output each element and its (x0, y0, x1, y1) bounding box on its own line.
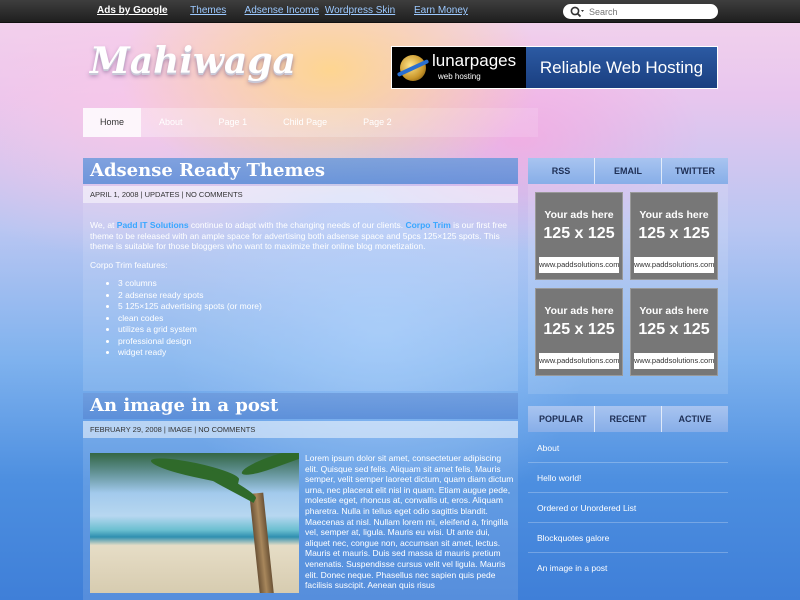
list-item: clean codes (118, 313, 511, 324)
top-link-themes[interactable]: Themes (190, 5, 226, 16)
top-link-wordpress-skin[interactable]: Wordpress Skin (325, 5, 395, 16)
post-text: Lorem ipsum dolor sit amet, consectetuer… (305, 453, 514, 591)
tab-twitter[interactable]: TWITTER (662, 158, 728, 184)
banner-brand: lunarpages (432, 51, 517, 70)
list-item[interactable]: Blockquotes galore (528, 523, 728, 553)
tab-email[interactable]: EMAIL (595, 158, 662, 184)
tab-popular[interactable]: POPULAR (528, 406, 595, 432)
corpo-trim-link[interactable]: Corpo Trim (405, 220, 450, 230)
list-item[interactable]: Ordered or Unordered List (528, 493, 728, 523)
popular-list: About Hello world! Ordered or Unordered … (528, 433, 728, 583)
banner-text: Reliable Web Hosting (526, 47, 717, 88)
top-link-earn-money[interactable]: Earn Money (414, 5, 468, 16)
search-input[interactable] (589, 5, 709, 18)
ad-grid: Your ads here 125 x 125 www.paddsolution… (528, 184, 728, 394)
list-item[interactable]: An image in a post (528, 553, 728, 583)
top-link-adsense-income[interactable]: Adsense Income (245, 5, 320, 16)
nav-child-page[interactable]: Child Page (265, 108, 345, 137)
features-list: 3 columns 2 adsense ready spots 5 125×12… (118, 278, 511, 358)
banner-brand-sub: web hosting (438, 72, 481, 81)
ad-slot[interactable]: Your ads here 125 x 125 www.paddsolution… (535, 288, 623, 376)
tab-rss[interactable]: RSS (528, 158, 595, 184)
search-box[interactable] (563, 4, 718, 19)
planet-icon (400, 55, 426, 81)
beach-palm-photo (90, 453, 299, 593)
ad-slot[interactable]: Your ads here 125 x 125 www.paddsolution… (630, 192, 718, 280)
list-item: 2 adsense ready spots (118, 290, 511, 301)
tab-active[interactable]: ACTIVE (662, 406, 728, 432)
site-logo[interactable]: Mahiwaga (90, 40, 296, 82)
social-tabs: RSS EMAIL TWITTER (528, 158, 728, 184)
post-meta: April 1, 2008 | Updates | No Comments (83, 186, 518, 203)
list-item: widget ready (118, 347, 511, 358)
list-item: 5 125×125 advertising spots (or more) (118, 301, 511, 312)
top-links: Ads by Google Themes Adsense Income Word… (97, 5, 484, 16)
list-tabs: POPULAR RECENT ACTIVE (528, 406, 728, 432)
ad-slot[interactable]: Your ads here 125 x 125 www.paddsolution… (535, 192, 623, 280)
nav-about[interactable]: About (141, 108, 201, 137)
post-meta: February 29, 2008 | Image | No Comments (83, 421, 518, 438)
nav-page-1[interactable]: Page 1 (201, 108, 266, 137)
tab-recent[interactable]: RECENT (595, 406, 662, 432)
nav-page-2[interactable]: Page 2 (345, 108, 410, 137)
padd-link[interactable]: Padd IT Solutions (117, 220, 189, 230)
top-bar: Ads by Google Themes Adsense Income Word… (0, 0, 800, 23)
lunarpages-logo: lunarpages web hosting (392, 47, 526, 88)
post-intro: We, at Padd IT Solutions continue to ada… (90, 220, 508, 251)
main-nav: Home About Page 1 Child Page Page 2 (83, 108, 538, 137)
list-item: 3 columns (118, 278, 511, 289)
list-item: utilizes a grid system (118, 324, 511, 335)
ad-slot[interactable]: Your ads here 125 x 125 www.paddsolution… (630, 288, 718, 376)
list-item[interactable]: Hello world! (528, 463, 728, 493)
features-label: Corpo Trim features: (90, 259, 168, 270)
nav-home[interactable]: Home (83, 108, 142, 137)
post-body: We, at Padd IT Solutions continue to ada… (83, 203, 518, 391)
ads-by-google-link[interactable]: Ads by Google (97, 5, 168, 16)
hosting-banner-ad[interactable]: lunarpages web hosting Reliable Web Host… (391, 46, 718, 89)
post-title[interactable]: An image in a post (83, 393, 518, 419)
list-item[interactable]: About (528, 433, 728, 463)
list-item: professional design (118, 336, 511, 347)
post-title[interactable]: Adsense Ready Themes (83, 158, 518, 184)
search-icon (570, 6, 584, 18)
